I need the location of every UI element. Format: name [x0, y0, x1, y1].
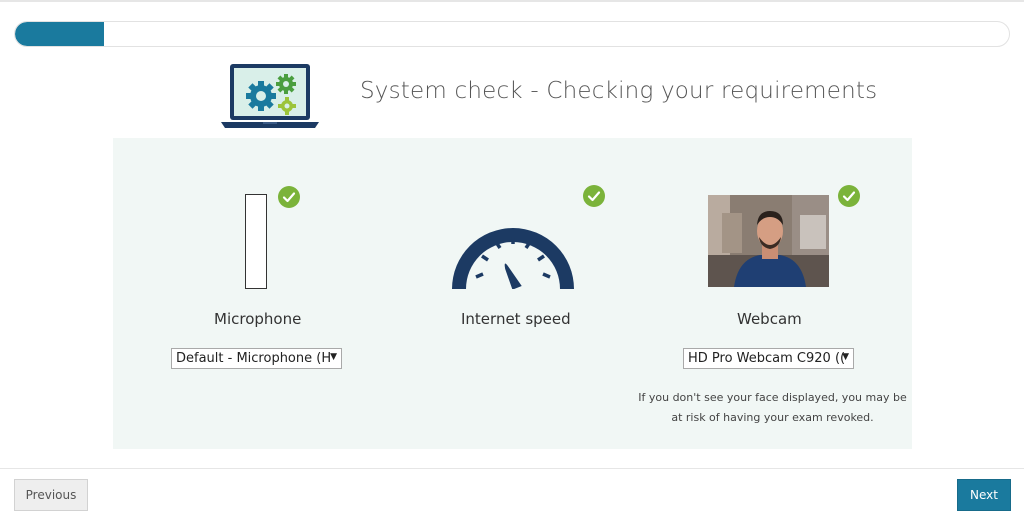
internet-speed-label: Internet speed	[461, 310, 571, 328]
microphone-level-meter	[245, 194, 267, 289]
webcam-warning-note: If you don't see your face displayed, yo…	[633, 388, 912, 428]
laptop-gears-icon	[221, 64, 319, 128]
dropdown-arrow-icon: ▼	[842, 352, 849, 362]
top-divider	[0, 0, 1024, 2]
microphone-select[interactable]: Default - Microphone (H ▼	[171, 348, 342, 369]
previous-button[interactable]: Previous	[14, 479, 88, 511]
microphone-check: Microphone Default - Microphone (H ▼	[113, 138, 403, 449]
progress-bar-fill	[15, 22, 105, 46]
webcam-select-value: HD Pro Webcam C920 ((	[688, 351, 846, 366]
dropdown-arrow-icon: ▼	[330, 352, 337, 362]
page-header: System check - Checking your requirement…	[0, 58, 1024, 130]
check-icon	[583, 185, 605, 207]
speedometer-icon	[452, 228, 574, 289]
webcam-warning-line-1: If you don't see your face displayed, yo…	[638, 391, 907, 404]
webcam-check: Webcam HD Pro Webcam C920 (( ▼ If you do…	[633, 138, 912, 449]
internet-speed-check: Internet speed	[403, 138, 633, 449]
microphone-select-value: Default - Microphone (H	[176, 351, 332, 366]
system-check-panel: Microphone Default - Microphone (H ▼ Int…	[113, 138, 912, 449]
progress-bar	[14, 21, 1010, 47]
check-icon	[838, 185, 860, 207]
webcam-preview	[708, 195, 829, 287]
page-title: System check - Checking your requirement…	[360, 78, 878, 104]
next-button[interactable]: Next	[957, 479, 1011, 511]
webcam-warning-line-2: at risk of having your exam revoked.	[671, 411, 874, 424]
webcam-label: Webcam	[737, 310, 802, 328]
footer-divider	[0, 468, 1024, 469]
microphone-label: Microphone	[214, 310, 302, 328]
check-icon	[278, 186, 300, 208]
webcam-select[interactable]: HD Pro Webcam C920 (( ▼	[683, 348, 854, 369]
